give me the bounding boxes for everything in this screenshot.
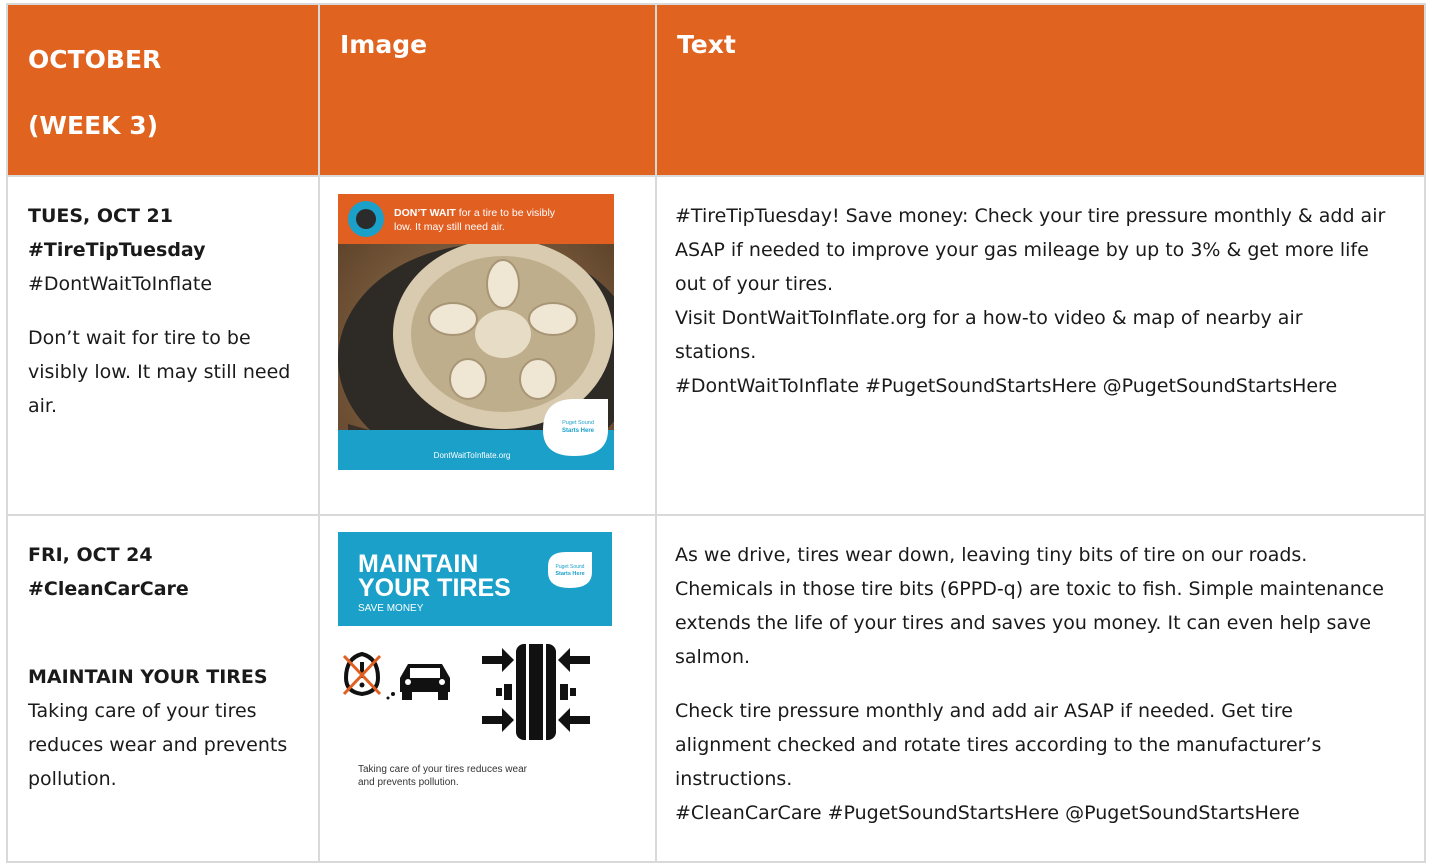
dont-wait-to-inflate-graphic: DON’T WAIT for a tire to be visibly low.… xyxy=(338,194,638,474)
table-row: TUES, OCT 21 #TireTipTuesday #DontWaitTo… xyxy=(6,175,1426,516)
text-cell: #TireTipTuesday! Save money: Check your … xyxy=(655,175,1426,516)
graphic-footer-url: DontWaitToInflate.org xyxy=(434,451,511,460)
post-text-line: salmon. xyxy=(675,646,751,668)
header-week: (WEEK 3) xyxy=(28,111,159,140)
post-heading: MAINTAIN YOUR TIRES xyxy=(28,666,268,688)
post-text-line: ASAP if needed to improve your gas milea… xyxy=(675,239,1369,261)
header-row: OCTOBER (WEEK 3) Image Text xyxy=(6,3,1426,177)
post-description: Don’t wait for tire to be visibly low. I… xyxy=(28,327,291,417)
header-image-label: Image xyxy=(340,30,428,59)
day-label: TUES, OCT 21 xyxy=(28,205,173,227)
post-text-line: #TireTipTuesday! Save money: Check your … xyxy=(675,205,1386,227)
graphic-logo-line1: Puget Sound xyxy=(562,420,594,426)
image-cell: DON’T WAIT for a tire to be visibly low.… xyxy=(318,175,657,516)
post-text-line: Check tire pressure monthly and add air … xyxy=(675,700,1293,722)
day-label: FRI, OCT 24 xyxy=(28,544,153,566)
graphic-headline: DON’T WAIT for a tire to be visibly xyxy=(394,207,556,219)
post-text-line: instructions. xyxy=(675,768,793,790)
header-text-label: Text xyxy=(677,30,736,59)
hashtag-primary: #CleanCarCare xyxy=(28,578,189,600)
post-description: Taking care of your tires reduces wear a… xyxy=(28,700,288,790)
text-cell: As we drive, tires wear down, leaving ti… xyxy=(655,514,1426,863)
header-text-column: Text xyxy=(655,3,1426,177)
graphic-caption-line2: and prevents pollution. xyxy=(358,777,459,788)
post-text-line: Visit DontWaitToInflate.org for a how-to… xyxy=(675,307,1303,329)
post-text-line: As we drive, tires wear down, leaving ti… xyxy=(675,544,1308,566)
hashtag-secondary: #DontWaitToInflate xyxy=(28,273,213,295)
image-cell: MAINTAIN YOUR TIRES SAVE MONEY Puget Sou… xyxy=(318,514,657,863)
graphic-caption-line1: Taking care of your tires reduces wear xyxy=(358,764,528,775)
post-text-line: Chemicals in those tire bits (6PPD-q) ar… xyxy=(675,578,1384,600)
header-image-column: Image xyxy=(318,3,657,177)
graphic-title-line2: YOUR TIRES xyxy=(358,574,511,602)
graphic-logo-line2: Starts Here xyxy=(562,428,595,434)
post-text-line: stations. xyxy=(675,341,757,363)
graphic-headline-line2: low. It may still need air. xyxy=(394,221,505,233)
maintain-your-tires-graphic: MAINTAIN YOUR TIRES SAVE MONEY Puget Sou… xyxy=(338,532,612,802)
graphic-logo-line2: Starts Here xyxy=(555,571,584,577)
content-calendar-table: OCTOBER (WEEK 3) Image Text TUES, OCT 21… xyxy=(6,3,1426,863)
hashtag-primary: #TireTipTuesday xyxy=(28,239,206,261)
header-month: OCTOBER xyxy=(28,45,162,74)
table-row: FRI, OCT 24 #CleanCarCare MAINTAIN YOUR … xyxy=(6,514,1426,863)
post-text-line: alignment checked and rotate tires accor… xyxy=(675,734,1322,756)
post-hashtags: #DontWaitToInflate #PugetSoundStartsHere… xyxy=(675,375,1338,397)
graphic-logo-line1: Puget Sound xyxy=(556,564,585,570)
day-cell: TUES, OCT 21 #TireTipTuesday #DontWaitTo… xyxy=(6,175,320,516)
header-date-column: OCTOBER (WEEK 3) xyxy=(6,3,320,177)
post-hashtags: #CleanCarCare #PugetSoundStartsHere @Pug… xyxy=(675,802,1300,824)
graphic-subtitle: SAVE MONEY xyxy=(358,603,424,614)
post-text-line: extends the life of your tires and saves… xyxy=(675,612,1372,634)
day-cell: FRI, OCT 24 #CleanCarCare MAINTAIN YOUR … xyxy=(6,514,320,863)
post-text-line: out of your tires. xyxy=(675,273,834,295)
